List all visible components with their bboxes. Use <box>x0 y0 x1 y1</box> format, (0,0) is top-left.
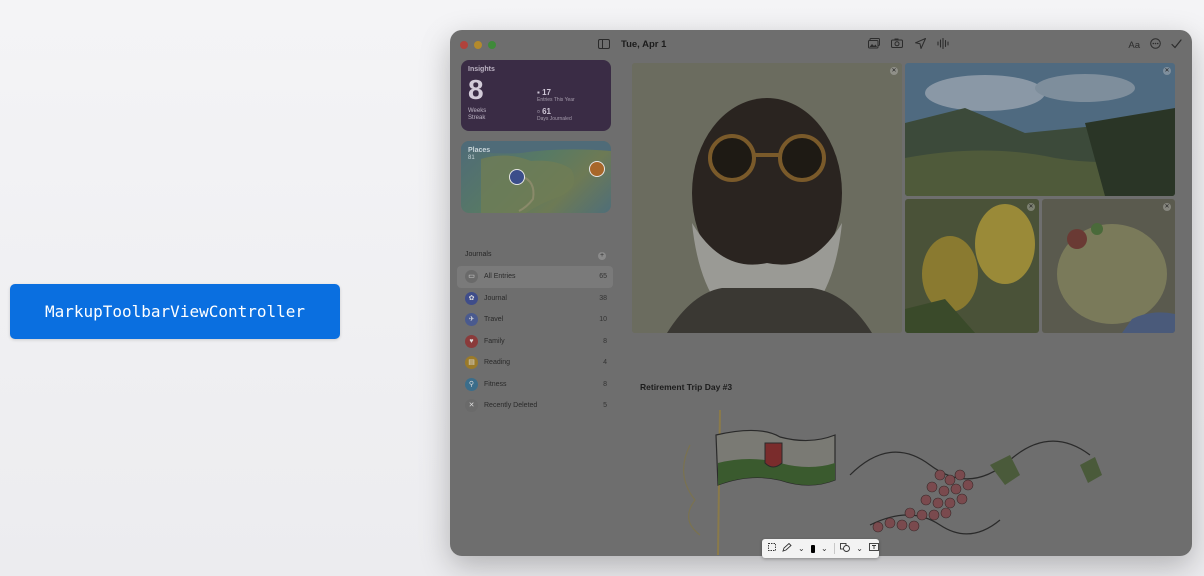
sidebar-item-all-entries[interactable]: ▭ All Entries 65 <box>457 266 613 288</box>
sidebar-toggle-icon[interactable] <box>598 39 610 49</box>
sidebar-item-recently-deleted[interactable]: ✕ Recently Deleted 5 <box>457 395 613 417</box>
sketch-drawing[interactable] <box>670 405 1130 555</box>
audio-waveform-icon[interactable] <box>937 37 949 50</box>
photo-pasta[interactable]: ✕ <box>1042 199 1175 333</box>
journal-list: ▭ All Entries 65 ✿ Journal 38 ✈ Travel 1… <box>457 266 613 417</box>
entry-title: Retirement Trip Day #3 <box>640 382 733 392</box>
toolbar-divider <box>833 543 835 554</box>
streak-label: Weeks Streak <box>468 108 487 121</box>
heart-icon: ♥ <box>465 334 478 348</box>
chevron-down-icon[interactable]: ⌄ <box>856 544 863 554</box>
close-window-button[interactable] <box>460 41 468 49</box>
tray-icon: ▭ <box>465 270 478 284</box>
map-pin-icon[interactable] <box>509 169 525 185</box>
places-title: Places <box>468 147 491 154</box>
chevron-down-icon[interactable]: ⌄ <box>798 544 805 554</box>
remove-photo-icon[interactable]: ✕ <box>890 67 898 75</box>
done-checkmark-icon[interactable] <box>1171 38 1182 52</box>
photo-portrait[interactable]: ✕ <box>632 63 902 333</box>
zoom-window-button[interactable] <box>488 41 496 49</box>
camera-icon[interactable] <box>891 38 903 50</box>
trash-icon: ✕ <box>465 399 478 413</box>
butterfly-icon: ✿ <box>465 291 478 305</box>
add-journal-icon[interactable]: + <box>598 252 606 260</box>
sidebar: Insights 8 Weeks Streak ▪ 17 Entries This… <box>450 60 620 556</box>
remove-photo-icon[interactable]: ✕ <box>1163 67 1171 75</box>
sidebar-item-family[interactable]: ♥ Family 8 <box>457 331 613 353</box>
location-arrow-icon[interactable] <box>914 38 926 50</box>
book-icon: ▤ <box>465 356 478 370</box>
chevron-down-icon[interactable]: ⌄ <box>821 544 828 554</box>
sidebar-item-fitness[interactable]: ⚲ Fitness 8 <box>457 374 613 396</box>
photo-lemons[interactable]: ✕ <box>905 199 1039 333</box>
photo-library-icon[interactable] <box>868 38 880 50</box>
entries-stat: ▪ 17 Entries This Year <box>537 88 575 103</box>
places-count: 81 <box>468 155 475 161</box>
class-name-label: MarkupToolbarViewController <box>44 302 306 321</box>
figure-icon: ⚲ <box>465 377 478 391</box>
pen-tool-icon[interactable] <box>782 542 792 555</box>
streak-value: 8 <box>468 74 484 105</box>
sidebar-item-travel[interactable]: ✈ Travel 10 <box>457 309 613 331</box>
journal-app-window: Tue, Apr 1 Aa Insights 8 Weeks Streak ▪ … <box>450 30 1192 556</box>
sidebar-item-reading[interactable]: ▤ Reading 4 <box>457 352 613 374</box>
lock-icon: ▪ <box>537 88 540 97</box>
selection-tool-icon[interactable] <box>768 543 776 554</box>
entry-toolbar <box>868 37 949 50</box>
remove-photo-icon[interactable]: ✕ <box>1027 203 1035 211</box>
places-map-card[interactable]: Places 81 <box>461 141 611 213</box>
window-controls <box>460 41 496 49</box>
entry-date-title: Tue, Apr 1 <box>621 39 667 50</box>
color-swatch[interactable] <box>810 544 816 553</box>
days-stat: ▫ 61 Days Journaled <box>537 107 572 122</box>
remove-photo-icon[interactable]: ✕ <box>1163 203 1171 211</box>
shapes-tool-icon[interactable] <box>840 542 851 555</box>
text-box-tool-icon[interactable] <box>869 543 879 554</box>
sidebar-item-journal[interactable]: ✿ Journal 38 <box>457 288 613 310</box>
insights-title: Insights <box>468 66 495 73</box>
class-name-badge: MarkupToolbarViewController <box>10 284 340 339</box>
lemons-image <box>905 199 1039 333</box>
pasta-image <box>1042 199 1175 333</box>
more-options-icon[interactable] <box>1150 38 1161 52</box>
map-pin-icon[interactable] <box>589 161 605 177</box>
title-bar: Tue, Apr 1 Aa <box>450 30 1192 60</box>
calendar-icon: ▫ <box>537 107 540 116</box>
markup-toolbar: ⌄ ⌄ ⌄ <box>762 539 879 558</box>
airplane-icon: ✈ <box>465 313 478 327</box>
landscape-image <box>905 63 1175 196</box>
format-text-button[interactable]: Aa <box>1128 40 1140 51</box>
portrait-image <box>632 63 902 333</box>
entry-content: ✕ ✕ ✕ ✕ Retirement Trip Day #3 <box>620 60 1192 556</box>
photo-landscape[interactable]: ✕ <box>905 63 1175 196</box>
journals-header: Journals <box>465 251 492 258</box>
toolbar-right: Aa <box>1128 38 1182 52</box>
insights-card[interactable]: Insights 8 Weeks Streak ▪ 17 Entries This… <box>461 60 611 131</box>
minimize-window-button[interactable] <box>474 41 482 49</box>
